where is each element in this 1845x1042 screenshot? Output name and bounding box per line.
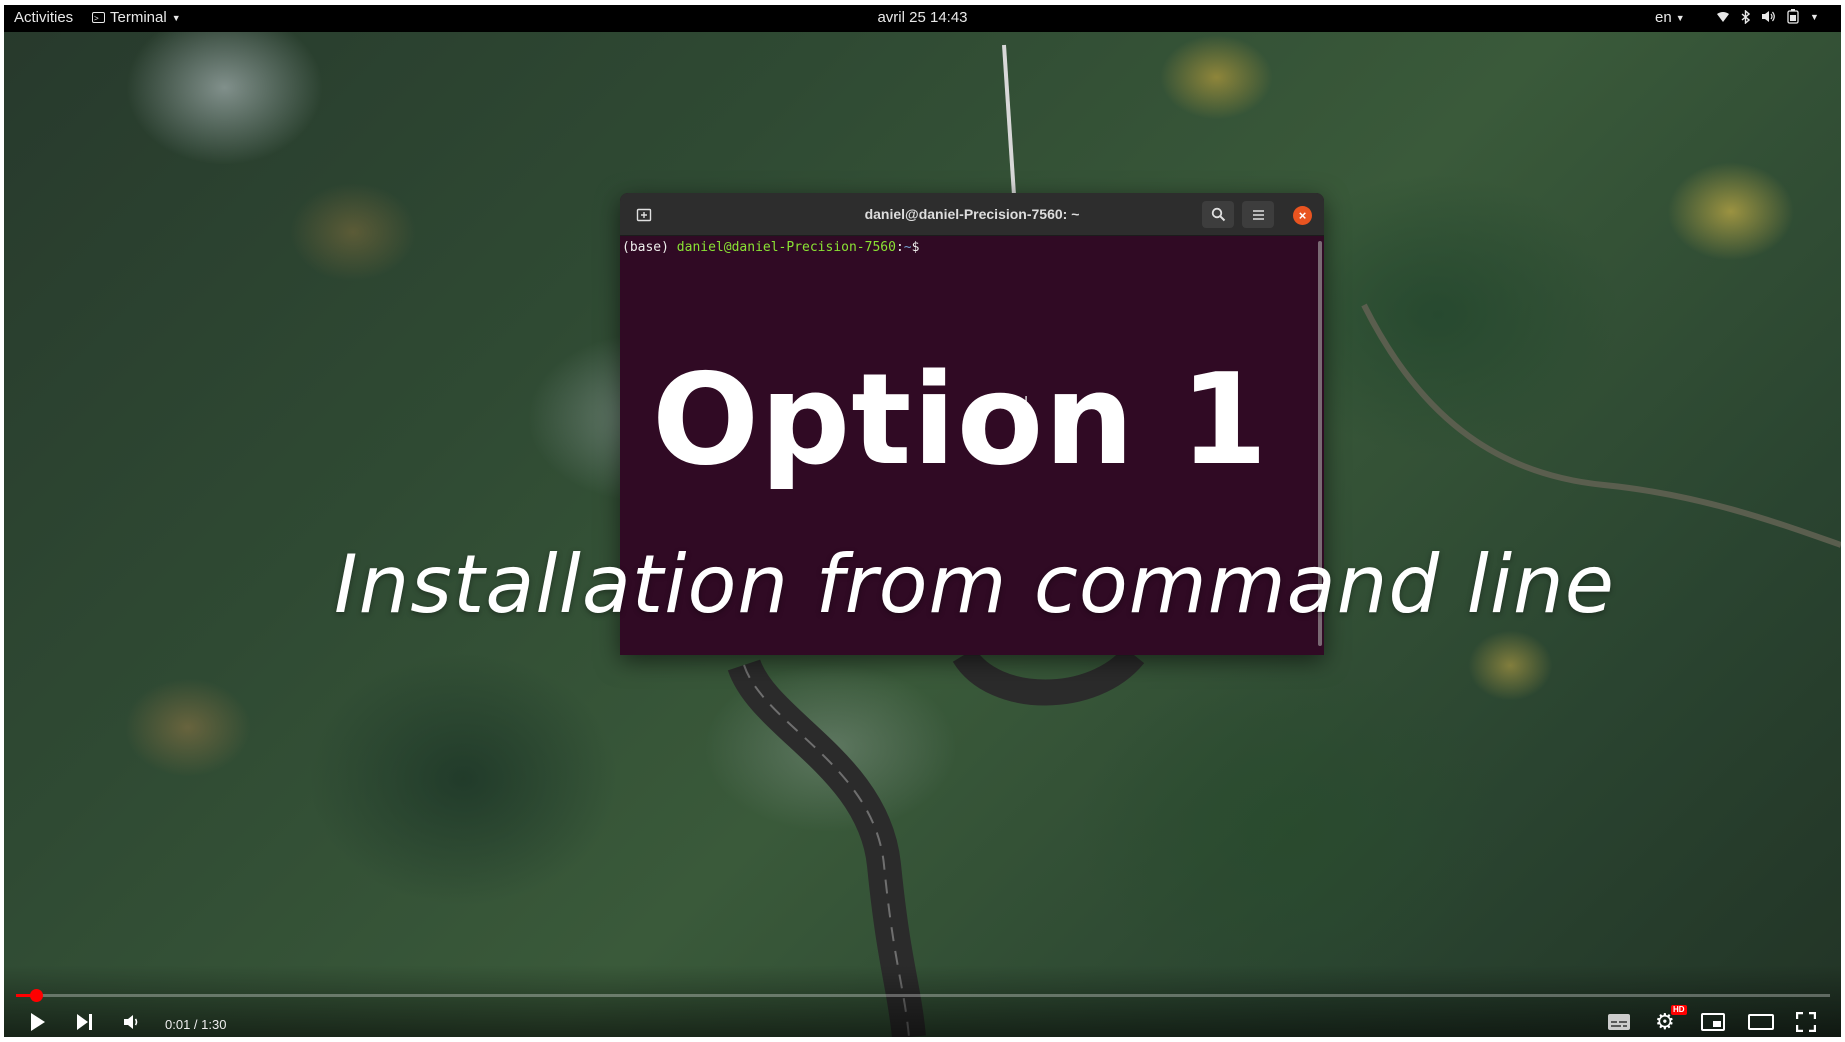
gnome-top-bar: Activities >_ Terminal ▼ avril 25 14:43 … <box>4 5 1841 32</box>
theater-mode-button[interactable] <box>1748 1011 1774 1033</box>
skip-next-icon <box>77 1014 92 1030</box>
hamburger-menu-button[interactable] <box>1242 201 1274 228</box>
language-menu[interactable]: en ▼ <box>1655 9 1685 26</box>
player-controls: 0:01 / 1:30 ⚙ HD <box>4 965 1841 1037</box>
fullscreen-icon <box>1796 1012 1816 1032</box>
bluetooth-icon <box>1741 9 1750 24</box>
hd-badge: HD <box>1671 1005 1687 1015</box>
close-icon: × <box>1298 208 1307 223</box>
prompt-env: (base) <box>622 240 669 255</box>
volume-icon <box>124 1015 138 1029</box>
subtitles-icon <box>1608 1014 1630 1030</box>
search-icon <box>1211 207 1225 222</box>
next-button[interactable] <box>76 1011 94 1033</box>
video-player[interactable]: Activities >_ Terminal ▼ avril 25 14:43 … <box>4 5 1841 1037</box>
prompt-user: daniel@daniel-Precision-7560 <box>676 240 896 255</box>
language-label: en <box>1655 9 1672 26</box>
miniplayer-button[interactable] <box>1701 1011 1725 1033</box>
subtitles-button[interactable] <box>1607 1011 1631 1033</box>
wifi-icon <box>1717 11 1729 22</box>
theater-mode-icon <box>1748 1014 1774 1030</box>
progress-bar[interactable] <box>16 989 1830 1002</box>
prompt-separator: : <box>895 240 904 255</box>
hamburger-icon <box>1252 209 1264 220</box>
overlay-title: Option 1 <box>652 346 1269 493</box>
fullscreen-button[interactable] <box>1796 1011 1816 1033</box>
chevron-down-icon: ▼ <box>1675 12 1685 23</box>
time-display: 0:01 / 1:30 <box>165 1016 227 1032</box>
terminal-header-bar: daniel@daniel-Precision-7560: ~ × <box>620 193 1324 236</box>
mute-button[interactable] <box>123 1011 141 1033</box>
overlay-subtitle: Installation from command line <box>334 538 1615 631</box>
search-button[interactable] <box>1202 201 1234 228</box>
miniplayer-icon <box>1701 1013 1725 1031</box>
prompt-path: ~ <box>903 240 912 255</box>
play-icon <box>31 1013 45 1031</box>
close-button[interactable]: × <box>1293 206 1312 225</box>
clock[interactable]: avril 25 14:43 <box>4 9 1841 26</box>
volume-icon <box>1762 11 1775 22</box>
prompt-symbol: $ <box>911 240 920 255</box>
play-button[interactable] <box>30 1011 46 1033</box>
system-status-menu[interactable]: ▼ <box>1716 9 1819 24</box>
scrubber-handle[interactable] <box>29 989 43 1002</box>
chevron-down-icon: ▼ <box>1810 11 1819 22</box>
battery-icon <box>1787 9 1799 24</box>
